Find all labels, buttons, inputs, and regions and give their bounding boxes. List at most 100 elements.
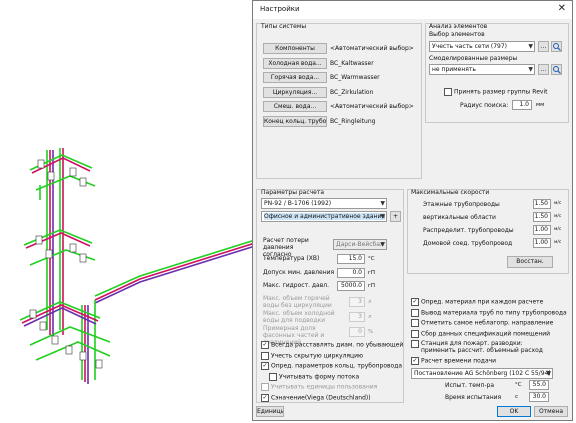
revit-group-checkbox[interactable]: Принять размер группы Revit: [444, 88, 547, 97]
modeled-select[interactable]: не применять ▼: [429, 64, 535, 75]
option-label: Сбор данных спецификаций помещений: [421, 330, 551, 337]
option-checkbox[interactable]: Учитывать единицы пользования: [261, 383, 377, 392]
modeled-more-button[interactable]: ...: [538, 64, 549, 75]
close-icon[interactable]: ✕: [558, 3, 566, 14]
chevron-down-icon: ▼: [546, 370, 551, 377]
velocity-input[interactable]: 1.50: [533, 199, 551, 209]
modeled-find-icon[interactable]: [551, 64, 562, 75]
system-type-value: <Автоматический выбор>: [330, 45, 414, 52]
option-checkbox[interactable]: Станция для пожарт. разводки: применить …: [411, 340, 551, 354]
system-type-value: BC_Zirkulation: [330, 88, 374, 96]
option-label: Отметить самое неблагопр. направление: [421, 319, 554, 327]
velocity-unit: м/с: [554, 201, 562, 206]
min-pressure-input[interactable]: 0.0: [337, 268, 365, 278]
restore-button[interactable]: Восстан.: [507, 256, 553, 268]
option-checkbox[interactable]: Сбор данных спецификаций помещений: [411, 329, 551, 339]
velocity-unit: м/с: [554, 214, 562, 219]
system-type-button[interactable]: Смеш. вода...: [263, 101, 327, 112]
building-type-select[interactable]: Офисное и административное здание ▼: [261, 211, 387, 222]
option-checkbox[interactable]: Отметить самое неблагопр. направление: [411, 319, 553, 328]
analysis-legend: Анализ элементов: [429, 23, 488, 30]
fittings-share-unit: %: [368, 329, 374, 335]
velocity-label: Домовой соед. трубопровод: [423, 240, 513, 247]
option-label: Учесть скрытую циркуляцию: [271, 352, 364, 359]
pressure-loss-value: Дарси-Вейсбах: [336, 241, 384, 248]
fittings-share-input[interactable]: 0: [349, 327, 365, 337]
dialog-title: Настройки: [260, 5, 300, 13]
option-label: Учитывать форму потока: [279, 373, 360, 380]
title-bar: Настройки ✕: [253, 1, 572, 19]
system-type-button[interactable]: Горячая вода...: [263, 72, 327, 83]
option-label: Опред. материал при каждом расчете: [421, 298, 544, 306]
temperature-input[interactable]: 15.0: [337, 254, 365, 264]
cold-water-volume-label: Макс. объем холодной воды для подводки: [263, 310, 335, 324]
settings-dialog: Настройки ✕ Типы системы Компоненты <Авто…: [252, 0, 573, 421]
system-type-button[interactable]: Циркуляция...: [263, 86, 327, 98]
modeled-value: не применять: [432, 66, 476, 73]
velocity-unit: м/с: [554, 227, 562, 232]
velocity-input[interactable]: 1.00: [533, 225, 551, 235]
units-button[interactable]: Единицы...: [256, 406, 284, 417]
pressure-loss-select[interactable]: Дарси-Вейсбах ▼: [333, 239, 387, 250]
chevron-down-icon: ▼: [380, 213, 385, 220]
option-checkbox[interactable]: ✓ Всегда расставлять диам. по убывающей: [261, 341, 403, 350]
velocity-label: вертикальные области: [423, 214, 496, 221]
option-label: Сэначение(Viega (Deutschland)): [271, 394, 371, 401]
option-checkbox[interactable]: ✓ Опред. параметров кольц. трубопровода: [261, 362, 402, 371]
option-checkbox[interactable]: ✓ Расчет времени подачи: [411, 356, 496, 366]
velocity-label: Распределит. трубопроводы: [423, 227, 514, 234]
selection-find-icon[interactable]: [551, 41, 562, 52]
circulation-pipe: [94, 245, 256, 304]
checkbox-box: [269, 372, 277, 381]
test-temperature-unit: °C: [515, 382, 522, 388]
system-types-legend: Типы системы: [261, 23, 307, 30]
chevron-down-icon: ▼: [528, 43, 533, 50]
velocity-unit: м/с: [554, 240, 562, 245]
max-pressure-input[interactable]: 5000.0: [337, 281, 365, 291]
checkbox-box: [411, 329, 419, 338]
test-temperature-input[interactable]: 55.0: [529, 380, 549, 390]
supply-rule-value: Постановление AG Schönberg (102 С 55/94): [414, 370, 551, 377]
norm-value: PN-92 / B-1706 (1992): [264, 200, 332, 207]
system-type-button[interactable]: Компоненты: [263, 43, 327, 54]
checkmark-icon: ✓: [411, 356, 419, 365]
checkmark-icon: ✓: [261, 341, 269, 349]
selection-select[interactable]: Учесть часть сети (797) ▼: [429, 41, 535, 52]
option-checkbox[interactable]: Учесть скрытую циркуляцию: [261, 351, 364, 361]
checkbox-box: [261, 351, 269, 360]
selection-value: Учесть часть сети (797): [432, 43, 508, 50]
option-label: Учитывать единицы пользования: [271, 383, 378, 391]
hot-water-volume-input[interactable]: 3: [349, 297, 365, 307]
test-time-label: Время испытания: [445, 394, 502, 401]
selection-more-button[interactable]: ...: [538, 41, 549, 52]
velocity-label: Этажные трубопроводы: [423, 201, 500, 208]
velocity-input[interactable]: 1.00: [533, 238, 551, 248]
checkmark-icon: ✓: [261, 393, 269, 402]
min-pressure-label: Допуск мин. давления: [263, 269, 335, 276]
supply-rule-select[interactable]: Постановление AG Schönberg (102 С 55/94)…: [411, 368, 553, 379]
chevron-down-icon: ▼: [380, 241, 385, 248]
system-type-button[interactable]: Холодная вода...: [263, 57, 327, 69]
norm-select[interactable]: PN-92 / B-1706 (1992) ▼: [261, 198, 387, 209]
system-type-value: <Автоматический выбор>: [330, 103, 414, 110]
modeled-label: Смоделированные размеры: [429, 55, 518, 62]
test-time-input[interactable]: 30.0: [529, 392, 549, 402]
system-type-value: BC_Warmwasser: [330, 74, 380, 81]
search-radius-input[interactable]: 1.0: [512, 100, 532, 110]
option-label: Станция для пожарт. разводки: применить …: [421, 340, 543, 354]
system-type-button[interactable]: Конец кольц. трубопр...: [263, 115, 327, 127]
checkbox-box: [261, 383, 269, 391]
temperature-label: Температура (ХВ): [263, 255, 320, 262]
velocity-input[interactable]: 1.50: [533, 212, 551, 222]
ok-button[interactable]: OK: [497, 406, 531, 417]
option-checkbox[interactable]: ✓ Сэначение(Viega (Deutschland)): [261, 393, 371, 403]
checkbox-box: [411, 308, 419, 317]
checkbox-box: [411, 319, 419, 327]
option-label: Вывод материала труб по типу трубопровод…: [421, 309, 567, 316]
option-checkbox[interactable]: Учитывать форму потока: [269, 372, 360, 382]
option-checkbox[interactable]: Вывод материала труб по типу трубопровод…: [411, 308, 567, 318]
option-checkbox[interactable]: ✓ Опред. материал при каждом расчете: [411, 298, 543, 307]
cancel-button[interactable]: Отмена: [534, 406, 568, 417]
add-building-type-button[interactable]: +: [390, 211, 401, 222]
cold-water-volume-input[interactable]: 3: [349, 312, 365, 322]
